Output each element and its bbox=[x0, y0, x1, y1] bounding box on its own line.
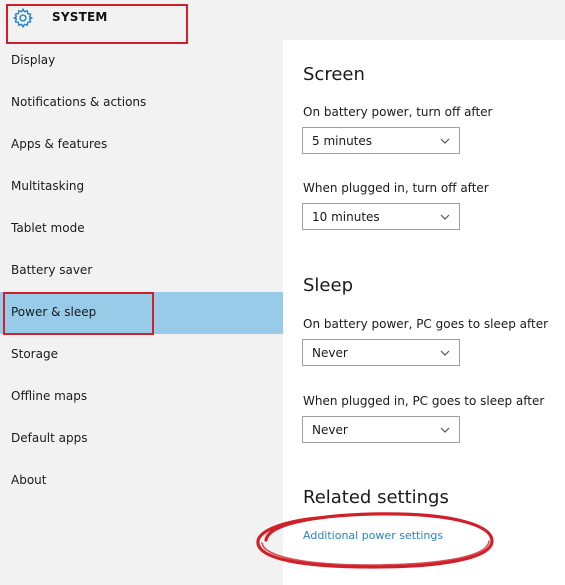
dropdown-value: Never bbox=[312, 346, 348, 360]
sidebar-item-label: Battery saver bbox=[11, 263, 93, 277]
annotation-box-power-sleep bbox=[3, 292, 154, 335]
chevron-down-icon bbox=[440, 350, 450, 356]
dropdown-value: 5 minutes bbox=[312, 134, 373, 148]
sidebar-item-multitasking[interactable]: Multitasking bbox=[0, 166, 283, 208]
sidebar-item-display[interactable]: Display bbox=[0, 40, 283, 82]
sidebar-item-label: Offline maps bbox=[11, 389, 88, 403]
sidebar-item-battery-saver[interactable]: Battery saver bbox=[0, 250, 283, 292]
annotation-oval-link bbox=[256, 512, 494, 569]
sleep-battery-label: On battery power, PC goes to sleep after bbox=[303, 317, 549, 331]
dropdown-value: Never bbox=[312, 423, 348, 437]
section-title-related: Related settings bbox=[303, 487, 449, 508]
section-title-sleep: Sleep bbox=[303, 275, 354, 296]
sidebar-item-label: Notifications & actions bbox=[11, 95, 147, 109]
sidebar-item-apps-features[interactable]: Apps & features bbox=[0, 124, 283, 166]
sidebar-item-label: Storage bbox=[11, 347, 58, 361]
annotation-box-title bbox=[6, 4, 188, 44]
sidebar-item-offline-maps[interactable]: Offline maps bbox=[0, 376, 283, 418]
chevron-down-icon bbox=[440, 427, 450, 433]
sidebar-item-label: Display bbox=[11, 53, 56, 67]
sidebar-item-about[interactable]: About bbox=[0, 460, 283, 502]
chevron-down-icon bbox=[440, 214, 450, 220]
sidebar-item-label: Apps & features bbox=[11, 137, 108, 151]
sleep-plugged-label: When plugged in, PC goes to sleep after bbox=[303, 394, 545, 408]
sidebar-item-label: Tablet mode bbox=[11, 221, 85, 235]
sidebar-item-label: Multitasking bbox=[11, 179, 85, 193]
screen-plugged-label: When plugged in, turn off after bbox=[303, 181, 489, 195]
sidebar-item-default-apps[interactable]: Default apps bbox=[0, 418, 283, 460]
sidebar-item-label: About bbox=[11, 473, 47, 487]
settings-window: SYSTEM Display Notifications & actions A… bbox=[0, 0, 565, 585]
sidebar-item-notifications[interactable]: Notifications & actions bbox=[0, 82, 283, 124]
screen-battery-dropdown[interactable]: 5 minutes bbox=[302, 127, 460, 154]
sidebar-item-tablet-mode[interactable]: Tablet mode bbox=[0, 208, 283, 250]
screen-plugged-dropdown[interactable]: 10 minutes bbox=[302, 203, 460, 230]
sleep-plugged-dropdown[interactable]: Never bbox=[302, 416, 460, 443]
section-title-screen: Screen bbox=[303, 64, 365, 85]
sidebar-item-storage[interactable]: Storage bbox=[0, 334, 283, 376]
dropdown-value: 10 minutes bbox=[312, 210, 380, 224]
sleep-battery-dropdown[interactable]: Never bbox=[302, 339, 460, 366]
screen-battery-label: On battery power, turn off after bbox=[303, 105, 493, 119]
chevron-down-icon bbox=[440, 138, 450, 144]
settings-content: Screen On battery power, turn off after … bbox=[283, 40, 565, 585]
sidebar-item-label: Default apps bbox=[11, 431, 88, 445]
